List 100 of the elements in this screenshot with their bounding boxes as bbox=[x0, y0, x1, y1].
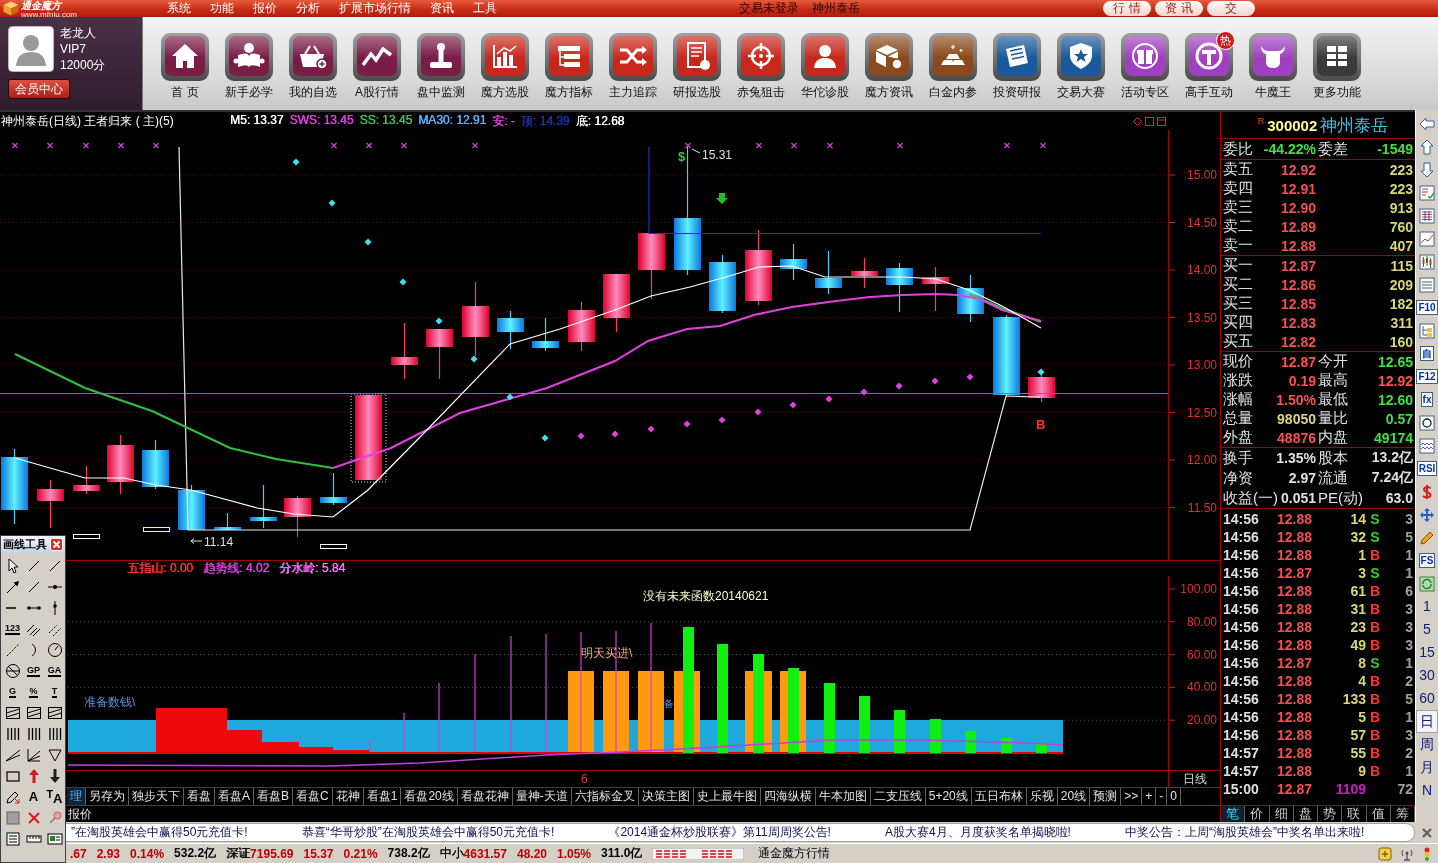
top-tab[interactable]: 交 bbox=[1207, 1, 1255, 16]
drawing-tool-button[interactable]: A bbox=[28, 789, 39, 804]
drawing-tool-button[interactable]: GP bbox=[27, 664, 40, 677]
template-tab[interactable]: 5+20线 bbox=[925, 788, 972, 805]
refresh-icon[interactable] bbox=[1419, 575, 1435, 592]
drawing-tool-button[interactable]: T bbox=[51, 685, 58, 698]
template-tab[interactable]: - bbox=[1156, 788, 1168, 805]
period-button[interactable]: 30 bbox=[1416, 664, 1438, 687]
period-button[interactable]: 60 bbox=[1416, 687, 1438, 710]
menu-item[interactable]: 分析 bbox=[296, 1, 320, 16]
template-tab[interactable]: 四海纵横 bbox=[760, 788, 816, 805]
template-tab[interactable]: 牛本加图 bbox=[815, 788, 871, 805]
template-tab[interactable]: 看盘A bbox=[215, 788, 254, 805]
tool-button[interactable]: 首 页 bbox=[153, 17, 217, 99]
template-tab[interactable]: 看盘C bbox=[293, 788, 333, 805]
arrow-line-icon[interactable] bbox=[4, 578, 21, 595]
menu-item[interactable]: 系统 bbox=[167, 1, 191, 16]
template-tab[interactable]: 看盘 bbox=[184, 788, 215, 805]
close-icon[interactable] bbox=[1420, 826, 1433, 839]
template-tab[interactable]: 看盘花神 bbox=[457, 788, 513, 805]
hatched-box-icon[interactable] bbox=[46, 704, 63, 721]
tool-button[interactable]: 主力追踪 bbox=[601, 17, 665, 99]
table-icon[interactable] bbox=[1419, 207, 1435, 224]
tool-button[interactable]: 华佗诊股 bbox=[793, 17, 857, 99]
tray-app-icon[interactable] bbox=[1378, 846, 1392, 861]
template-tab[interactable]: 乐视 bbox=[1026, 788, 1058, 805]
template-tab[interactable]: 独步天下 bbox=[129, 788, 184, 805]
toolbar-button[interactable]: 自 bbox=[1420, 346, 1434, 361]
template-tab[interactable]: 看盘B bbox=[254, 788, 294, 805]
template-tab[interactable]: 史上最牛图 bbox=[693, 788, 761, 805]
tool-button[interactable]: 魔方选股 bbox=[473, 17, 537, 99]
news-item[interactable]: 《2014通金杯炒股联赛》第11周周奖公告! bbox=[608, 824, 831, 841]
template-tab[interactable]: 量神-天道 bbox=[512, 788, 572, 805]
template-tab[interactable]: 看盘20线 bbox=[401, 788, 458, 805]
diamond-icon[interactable] bbox=[1133, 116, 1142, 126]
menu-item[interactable]: 功能 bbox=[210, 1, 234, 16]
fan-lines-icon[interactable] bbox=[25, 746, 42, 763]
vertical-lines-icon[interactable] bbox=[4, 725, 21, 742]
tool-button[interactable]: 投资研报 bbox=[985, 17, 1049, 99]
template-tab[interactable]: 另存为 bbox=[86, 788, 129, 805]
news-item[interactable]: ”在淘股英雄会中赢得50元充值卡! bbox=[71, 824, 248, 841]
period-button[interactable]: N bbox=[1416, 779, 1438, 802]
toolbar-button[interactable]: FS bbox=[1418, 553, 1436, 568]
candlestick-icon[interactable] bbox=[1419, 253, 1435, 270]
drawing-tool-button[interactable]: $^{T}$A bbox=[46, 786, 63, 807]
toolbar-button[interactable]: F12 bbox=[1416, 369, 1438, 384]
template-tab[interactable]: 20线 bbox=[1057, 788, 1091, 805]
period-button[interactable]: 15 bbox=[1416, 641, 1438, 664]
card-icon[interactable] bbox=[46, 830, 63, 847]
tool-button[interactable]: 盘中监测 bbox=[409, 17, 473, 99]
vertical-lines-icon[interactable] bbox=[25, 725, 42, 742]
left-arrow-icon[interactable] bbox=[1419, 115, 1435, 132]
checklist-icon[interactable] bbox=[1419, 184, 1435, 201]
tool-button[interactable]: 更多功能 bbox=[1305, 17, 1369, 99]
list-icon[interactable] bbox=[1419, 276, 1435, 293]
template-tab[interactable]: 理 bbox=[67, 788, 86, 805]
template-tab[interactable]: 六指标金叉 bbox=[571, 788, 639, 805]
template-tab[interactable]: 看盘1 bbox=[363, 788, 402, 805]
news-item[interactable]: 中奖公告：上周“淘股英雄会”中奖名单出来啦! bbox=[1124, 824, 1365, 841]
drawing-tool-button[interactable]: GA bbox=[47, 664, 62, 677]
circle-lines-icon[interactable] bbox=[4, 662, 21, 679]
hatched-box-icon[interactable] bbox=[4, 704, 21, 721]
square-icon[interactable] bbox=[1145, 116, 1154, 126]
up-arrow-icon[interactable] bbox=[1419, 138, 1435, 155]
toolbar-button[interactable]: fx bbox=[1420, 392, 1434, 407]
tool-button[interactable]: A股行情 bbox=[345, 17, 409, 99]
hatched-box-icon[interactable] bbox=[25, 704, 42, 721]
pencil-icon[interactable] bbox=[1419, 529, 1435, 546]
period-button[interactable]: 日 bbox=[1416, 710, 1438, 733]
tree-icon[interactable] bbox=[1419, 322, 1435, 339]
traffic-light-icon[interactable] bbox=[1422, 846, 1432, 861]
tool-button[interactable]: 新手必学 bbox=[217, 17, 281, 99]
list-icon[interactable] bbox=[4, 830, 21, 847]
member-center-button[interactable]: 会员中心 bbox=[8, 79, 70, 99]
drawing-tool-button[interactable]: G bbox=[9, 685, 16, 698]
template-tab[interactable]: 预测 bbox=[1090, 788, 1122, 805]
news-item[interactable]: 恭喜“华哥炒股”在淘股英雄会中赢得50元充值卡! bbox=[301, 824, 555, 841]
vertical-lines-icon[interactable] bbox=[46, 725, 63, 742]
menu-item[interactable]: 扩展市场行情 bbox=[339, 1, 411, 16]
news-item[interactable]: A股大赛4月、月度获奖名单揭晓啦! bbox=[884, 824, 1071, 841]
detail-tab[interactable]: 笔 bbox=[1221, 806, 1246, 822]
template-tab[interactable]: 花神 bbox=[332, 788, 364, 805]
tool-button[interactable]: 交易大赛 bbox=[1049, 17, 1113, 99]
tool-button[interactable]: 赤兔狙击 bbox=[729, 17, 793, 99]
period-button[interactable]: 5 bbox=[1416, 618, 1438, 641]
top-tab[interactable]: 资 讯 bbox=[1155, 1, 1203, 16]
menu-item[interactable]: 报价 bbox=[253, 1, 277, 16]
move-icon[interactable] bbox=[1419, 506, 1435, 523]
template-tab[interactable]: >> bbox=[1121, 788, 1143, 805]
clock-icon[interactable] bbox=[46, 641, 63, 658]
toolbar-button[interactable]: F10 bbox=[1416, 300, 1438, 315]
wave-icon[interactable] bbox=[1419, 437, 1435, 454]
template-tab[interactable]: 决策主图 bbox=[638, 788, 694, 805]
tool-button[interactable]: 白金内参 bbox=[921, 17, 985, 99]
square-icon[interactable] bbox=[1157, 116, 1166, 126]
template-tab[interactable]: 0 bbox=[1167, 788, 1181, 805]
tool-button[interactable]: 魔方指标 bbox=[537, 17, 601, 99]
top-tab[interactable]: 行 情 bbox=[1103, 1, 1151, 16]
menu-item[interactable]: 资讯 bbox=[430, 1, 454, 16]
tool-button[interactable]: 牛魔王 bbox=[1241, 17, 1305, 99]
